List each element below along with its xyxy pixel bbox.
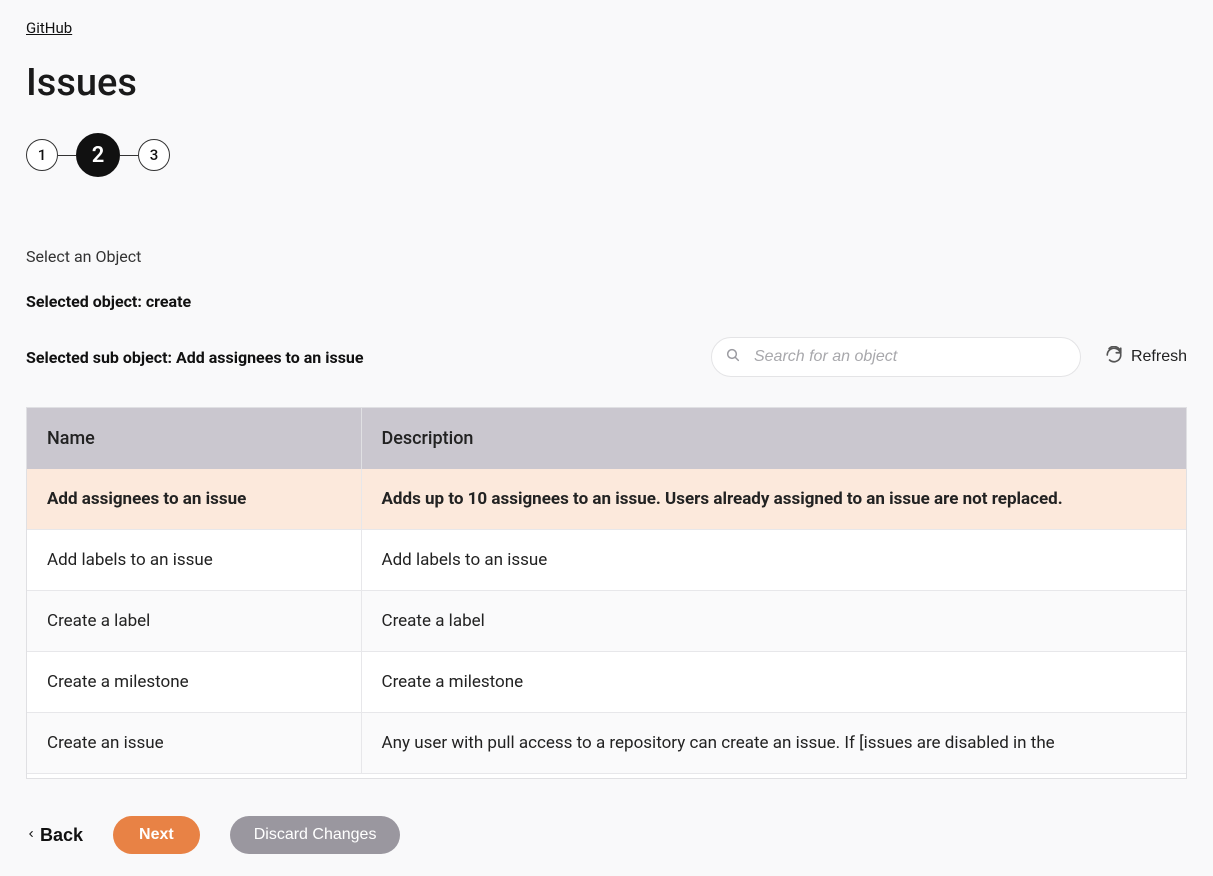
selected-object-line: Selected object: create xyxy=(26,292,1187,311)
step-connector xyxy=(58,155,76,156)
object-table-wrap[interactable]: Name Description Add assignees to an iss… xyxy=(26,407,1187,779)
step-3[interactable]: 3 xyxy=(138,139,170,171)
table-cell-name: Add labels to an issue xyxy=(27,530,361,591)
search-input[interactable] xyxy=(711,337,1081,377)
table-row[interactable]: Add assignees to an issueAdds up to 10 a… xyxy=(27,469,1186,530)
chevron-left-icon xyxy=(26,825,36,846)
back-button[interactable]: Back xyxy=(26,825,83,846)
selected-sub-object-line: Selected sub object: Add assignees to an… xyxy=(26,348,364,367)
refresh-icon xyxy=(1105,346,1123,369)
discard-button[interactable]: Discard Changes xyxy=(230,816,401,854)
table-cell-name: Create an issue xyxy=(27,713,361,774)
back-label: Back xyxy=(40,825,83,846)
page-title: Issues xyxy=(26,61,1187,105)
table-header-description: Description xyxy=(361,408,1186,469)
step-connector xyxy=(120,155,138,156)
table-row[interactable]: Create a labelCreate a label xyxy=(27,591,1186,652)
table-cell-description: Create a label xyxy=(361,591,1186,652)
table-cell-description: Add labels to an issue xyxy=(361,530,1186,591)
refresh-button[interactable]: Refresh xyxy=(1105,346,1187,369)
table-row[interactable]: Create an issueAny user with pull access… xyxy=(27,713,1186,774)
table-cell-name: Add assignees to an issue xyxy=(27,469,361,530)
table-cell-description: Adds up to 10 assignees to an issue. Use… xyxy=(361,469,1186,530)
stepper: 123 xyxy=(26,133,1187,177)
step-2[interactable]: 2 xyxy=(76,133,120,177)
table-row[interactable]: Add labels to an issueAdd labels to an i… xyxy=(27,530,1186,591)
breadcrumb-github[interactable]: GitHub xyxy=(26,19,72,37)
step-1[interactable]: 1 xyxy=(26,139,58,171)
section-label: Select an Object xyxy=(26,247,1187,266)
table-cell-name: Create a milestone xyxy=(27,652,361,713)
table-row[interactable]: Create a milestoneCreate a milestone xyxy=(27,652,1186,713)
table-cell-name: Create a label xyxy=(27,591,361,652)
next-button[interactable]: Next xyxy=(113,816,200,854)
table-header-name: Name xyxy=(27,408,361,469)
table-cell-description: Any user with pull access to a repositor… xyxy=(361,713,1186,774)
object-table: Name Description Add assignees to an iss… xyxy=(27,408,1186,774)
search-wrap xyxy=(711,337,1081,377)
refresh-label: Refresh xyxy=(1131,348,1187,366)
table-cell-description: Create a milestone xyxy=(361,652,1186,713)
